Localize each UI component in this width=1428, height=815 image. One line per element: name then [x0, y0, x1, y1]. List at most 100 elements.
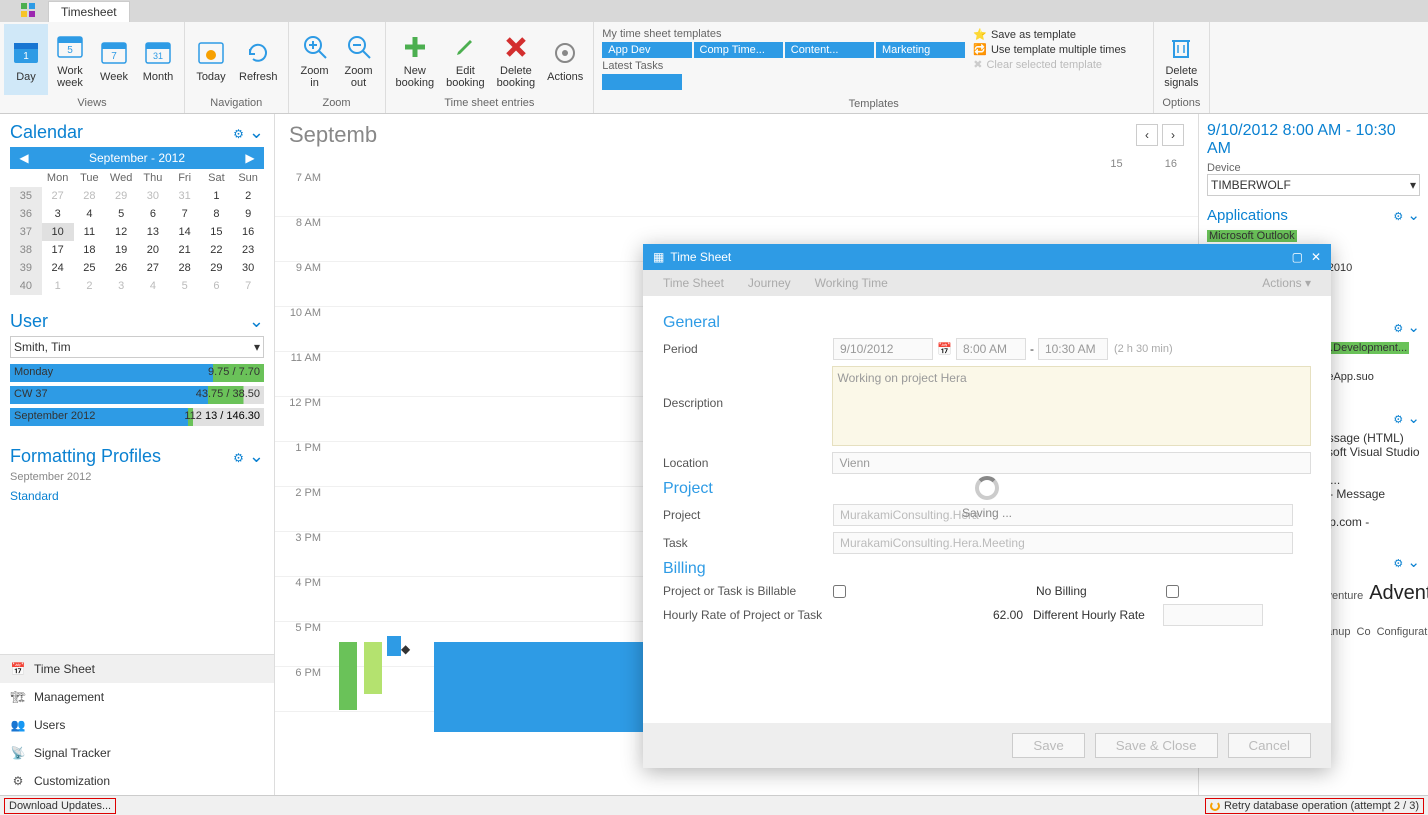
ribbon-actions[interactable]: Actions	[541, 24, 589, 95]
retry-db[interactable]: Retry database operation (attempt 2 / 3)	[1205, 798, 1424, 814]
diffrate-input[interactable]	[1163, 604, 1263, 626]
tab-timesheet[interactable]: Time Sheet	[663, 276, 724, 290]
cal-day[interactable]: 28	[74, 187, 106, 205]
gear-icon[interactable]: ⚙	[1393, 323, 1403, 335]
cal-day[interactable]: 2	[74, 277, 106, 295]
gear-icon[interactable]: ⚙	[1393, 211, 1403, 223]
ribbon-month[interactable]: 31Month	[136, 24, 180, 95]
nav-users[interactable]: 👥Users	[0, 711, 274, 739]
cal-day[interactable]: 26	[105, 259, 137, 277]
nav-signal[interactable]: 📡Signal Tracker	[0, 739, 274, 767]
cal-day[interactable]: 28	[169, 259, 201, 277]
cal-week[interactable]: 37	[10, 223, 42, 241]
cal-week[interactable]: 39	[10, 259, 42, 277]
cal-day[interactable]: 17	[42, 241, 74, 259]
template-chip[interactable]: Marketing	[876, 42, 965, 58]
cal-day[interactable]: 12	[105, 223, 137, 241]
cal-day[interactable]: 16	[232, 223, 264, 241]
nav-mgmt[interactable]: 🏗Management	[0, 683, 274, 711]
download-updates[interactable]: Download Updates...	[4, 798, 116, 814]
cal-day[interactable]: 19	[105, 241, 137, 259]
cal-day[interactable]: 30	[232, 259, 264, 277]
cal-week[interactable]: 36	[10, 205, 42, 223]
cal-day[interactable]: 10	[42, 223, 74, 241]
ribbon-day[interactable]: 1Day	[4, 24, 48, 95]
chevron-down-icon[interactable]: ⌄	[249, 122, 264, 142]
app-item[interactable]: Microsoft Outlook	[1207, 228, 1420, 244]
cal-next[interactable]: ▶	[242, 151, 258, 165]
cal-day[interactable]: 21	[169, 241, 201, 259]
actions-menu[interactable]: Actions ▾	[1262, 276, 1311, 290]
cal-day[interactable]: 30	[137, 187, 169, 205]
cal-day[interactable]: 14	[169, 223, 201, 241]
ribbon-newb[interactable]: New booking	[390, 24, 441, 95]
cal-day[interactable]: 2	[232, 187, 264, 205]
cal-day[interactable]: 3	[42, 205, 74, 223]
cal-day[interactable]: 1	[201, 187, 233, 205]
period-end[interactable]	[1038, 338, 1108, 360]
gear-icon[interactable]: ⚙	[1393, 414, 1403, 426]
latest-task-chip[interactable]	[602, 74, 682, 90]
ribbon-delsig[interactable]: Delete signals	[1158, 24, 1204, 95]
cal-day[interactable]: 5	[105, 205, 137, 223]
template-opt[interactable]: ⭐Save as template	[973, 28, 1145, 41]
next-day[interactable]: ›	[1162, 124, 1184, 146]
device-select[interactable]: TIMBERWOLF▾	[1207, 174, 1420, 196]
template-chip[interactable]: Comp Time...	[694, 42, 783, 58]
period-start[interactable]	[956, 338, 1026, 360]
cal-day[interactable]: 31	[169, 187, 201, 205]
task-input[interactable]	[833, 532, 1293, 554]
cal-day[interactable]: 18	[74, 241, 106, 259]
save-button[interactable]: Save	[1012, 733, 1084, 758]
ribbon-today[interactable]: Today	[189, 24, 233, 95]
maximize-icon[interactable]: ▢	[1292, 250, 1303, 264]
cal-prev[interactable]: ◀	[16, 151, 32, 165]
cal-day[interactable]: 8	[201, 205, 233, 223]
gear-icon[interactable]: ⚙	[233, 127, 244, 141]
nav-ts[interactable]: 📅Time Sheet	[0, 655, 274, 683]
cal-day[interactable]: 9	[232, 205, 264, 223]
cal-day[interactable]: 3	[105, 277, 137, 295]
cal-day[interactable]: 1	[42, 277, 74, 295]
cal-week[interactable]: 40	[10, 277, 42, 295]
ribbon-zin[interactable]: Zoom in	[293, 24, 337, 95]
cal-day[interactable]: 24	[42, 259, 74, 277]
keyword[interactable]: Configuration	[1377, 626, 1428, 638]
gear-icon[interactable]: ⚙	[1393, 558, 1403, 570]
location-input[interactable]	[832, 452, 1311, 474]
cal-week[interactable]: 35	[10, 187, 42, 205]
cal-day[interactable]: 27	[42, 187, 74, 205]
tab-journey[interactable]: Journey	[748, 276, 791, 290]
chevron-down-icon[interactable]: ⌄	[249, 311, 264, 332]
cal-week[interactable]: 38	[10, 241, 42, 259]
cal-day[interactable]: 7	[232, 277, 264, 295]
cal-day[interactable]: 13	[137, 223, 169, 241]
ribbon-week[interactable]: 7Week	[92, 24, 136, 95]
template-chip[interactable]: Content...	[785, 42, 874, 58]
ribbon-zout[interactable]: Zoom out	[337, 24, 381, 95]
chevron-down-icon[interactable]: ⌄	[249, 446, 264, 466]
cal-day[interactable]: 20	[137, 241, 169, 259]
close-icon[interactable]: ✕	[1311, 250, 1321, 264]
gear-icon[interactable]: ⚙	[233, 451, 244, 465]
user-select[interactable]: Smith, Tim▾	[10, 336, 264, 358]
template-opt[interactable]: 🔁Use template multiple times	[973, 43, 1145, 56]
cal-day[interactable]: 15	[201, 223, 233, 241]
nav-custom[interactable]: ⚙Customization	[0, 767, 274, 795]
cal-day[interactable]: 23	[232, 241, 264, 259]
cal-day[interactable]: 6	[201, 277, 233, 295]
cal-day[interactable]: 6	[137, 205, 169, 223]
template-chip[interactable]: App Dev	[602, 42, 691, 58]
cal-day[interactable]: 27	[137, 259, 169, 277]
billable-checkbox[interactable]	[833, 585, 846, 598]
cal-day[interactable]: 25	[74, 259, 106, 277]
cal-day[interactable]: 5	[169, 277, 201, 295]
cal-day[interactable]: 11	[74, 223, 106, 241]
profile-standard[interactable]: Standard	[10, 489, 264, 503]
cancel-button[interactable]: Cancel	[1228, 733, 1312, 758]
cal-day[interactable]: 29	[201, 259, 233, 277]
save-close-button[interactable]: Save & Close	[1095, 733, 1218, 758]
ribbon-delb[interactable]: Delete booking	[491, 24, 542, 95]
cal-day[interactable]: 7	[169, 205, 201, 223]
ribbon-refresh[interactable]: Refresh	[233, 24, 284, 95]
